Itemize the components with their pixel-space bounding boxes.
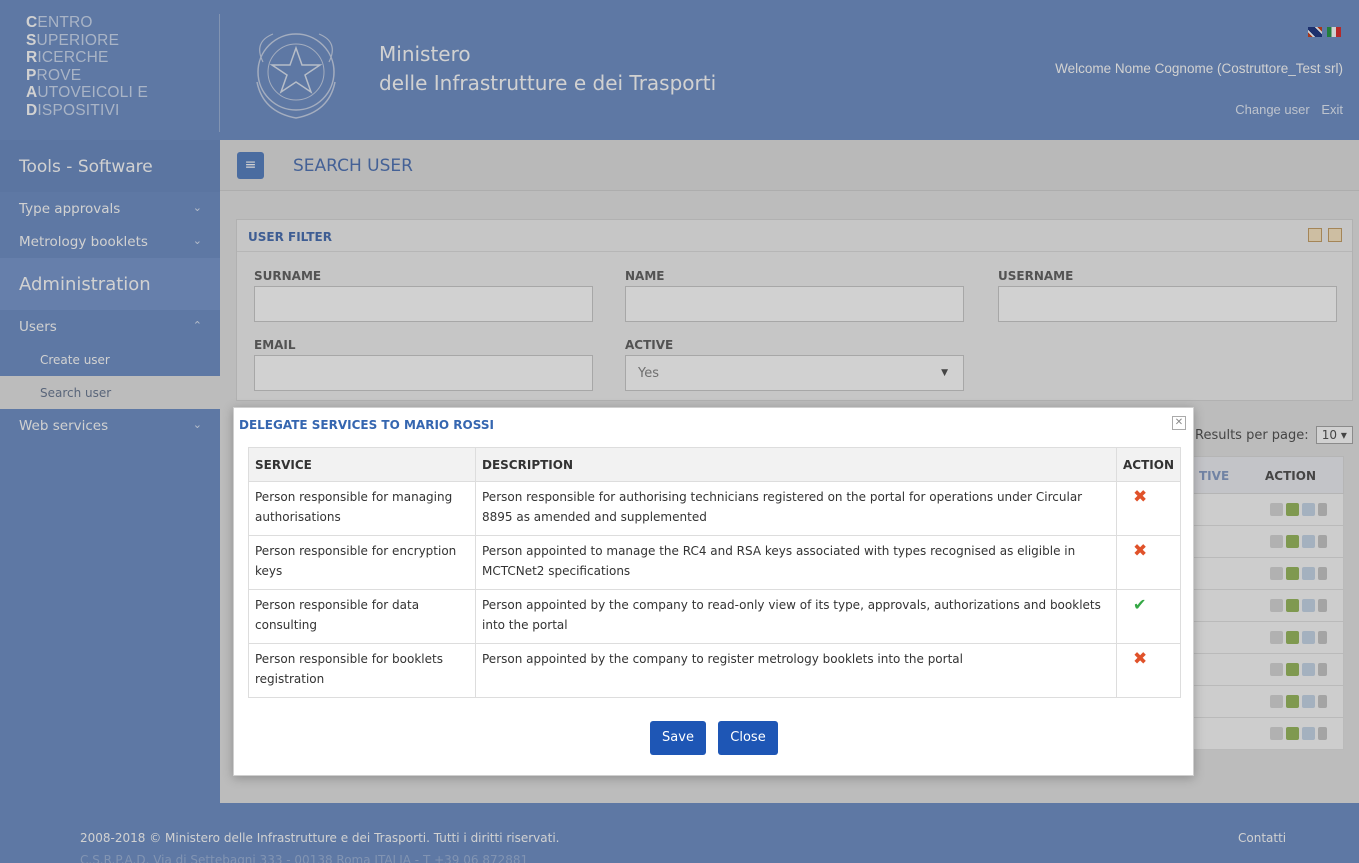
column-header-action: ACTION [1116,447,1181,482]
description-cell: Person appointed by the company to read-… [475,589,1117,644]
remove-delegation-icon[interactable]: ✖ [1123,487,1147,507]
close-icon[interactable]: ✕ [1172,416,1186,430]
table-row: Person responsible for encryption keys P… [248,535,1181,590]
table-row: Person responsible for booklets registra… [248,643,1181,698]
column-header-service: SERVICE [248,447,476,482]
delegate-services-dialog: DELEGATE SERVICES TO MARIO ROSSI ✕ SERVI… [233,407,1194,776]
description-cell: Person appointed to manage the RC4 and R… [475,535,1117,590]
service-cell: Person responsible for booklets registra… [248,643,476,698]
save-button[interactable]: Save [650,721,706,755]
grant-delegation-icon[interactable]: ✔ [1123,595,1146,614]
table-header-row: SERVICE DESCRIPTION ACTION [248,447,1181,482]
remove-delegation-icon[interactable]: ✖ [1123,541,1147,561]
service-cell: Person responsible for data consulting [248,589,476,644]
description-cell: Person responsible for authorising techn… [475,481,1117,536]
dialog-title: DELEGATE SERVICES TO MARIO ROSSI [239,418,494,432]
close-button[interactable]: Close [718,721,778,755]
services-table: SERVICE DESCRIPTION ACTION Person respon… [248,447,1181,698]
service-cell: Person responsible for encryption keys [248,535,476,590]
column-header-description: DESCRIPTION [475,447,1117,482]
table-row: Person responsible for data consulting P… [248,589,1181,644]
table-row: Person responsible for managing authoris… [248,481,1181,536]
service-cell: Person responsible for managing authoris… [248,481,476,536]
description-cell: Person appointed by the company to regis… [475,643,1117,698]
remove-delegation-icon[interactable]: ✖ [1123,649,1147,669]
